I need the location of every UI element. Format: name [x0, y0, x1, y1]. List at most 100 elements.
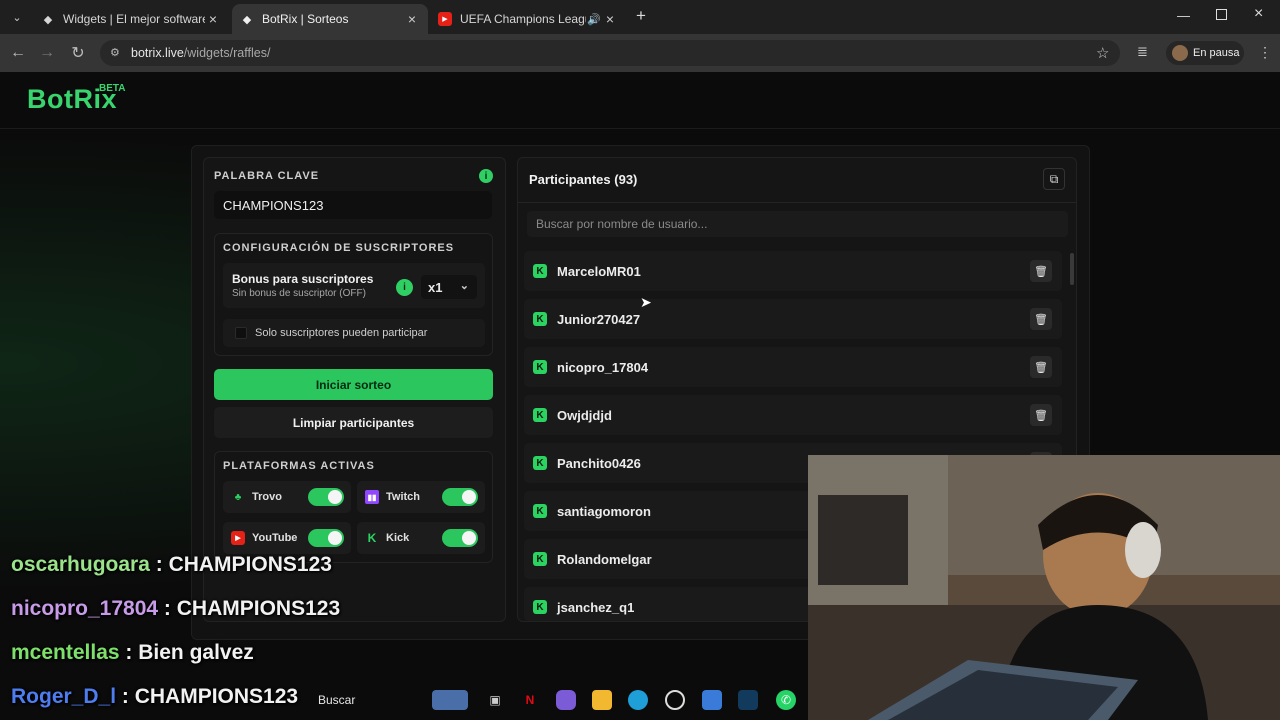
kick-icon: K: [533, 408, 547, 422]
chat-username: nicopro_17804: [11, 597, 159, 620]
trash-icon[interactable]: 🗑: [1030, 260, 1052, 282]
url-text[interactable]: botrix.live/widgets/raffles/: [131, 46, 270, 60]
whatsapp-icon[interactable]: ✆: [776, 690, 796, 710]
kick-icon: K: [533, 312, 547, 326]
subscribers-only-checkbox[interactable]: [235, 327, 247, 339]
media-controls-icon[interactable]: ≣: [1137, 44, 1148, 60]
mouse-cursor-icon: ➤: [640, 294, 652, 310]
start-raffle-button[interactable]: Iniciar sorteo: [214, 369, 493, 400]
bonus-title: Bonus para suscriptores: [232, 272, 374, 286]
landscape-widget-icon[interactable]: [432, 690, 468, 710]
platform-twitch: ▮▮ Twitch: [357, 481, 485, 513]
kick-icon: K: [367, 531, 377, 545]
chat-message: Roger_D_l : CHAMPIONS123: [11, 685, 299, 708]
participants-divider: [518, 202, 1076, 203]
copy-icon[interactable]: ⧉: [1043, 168, 1065, 190]
netflix-icon[interactable]: N: [520, 690, 540, 710]
chevron-down-icon: ⌄: [459, 280, 469, 292]
webcam-image: [808, 455, 1280, 720]
tab-widgets[interactable]: ◆ Widgets | El mejor software par ×: [33, 4, 229, 34]
store-icon[interactable]: [702, 690, 722, 710]
beta-badge: BETA: [99, 83, 126, 94]
clear-participants-button[interactable]: Limpiar participantes: [214, 407, 493, 438]
edge-icon[interactable]: [628, 690, 648, 710]
back-icon[interactable]: ←: [9, 44, 27, 62]
active-platforms-title: PLATAFORMAS ACTIVAS: [223, 460, 375, 472]
copilot-icon[interactable]: [556, 690, 576, 710]
participant-row: K Owjdjdjd 🗑: [524, 395, 1062, 435]
browser-menu-icon[interactable]: ⋮: [1258, 44, 1272, 61]
participant-row: K MarceloMR01 🗑: [524, 251, 1062, 291]
site-info-icon[interactable]: ⚙: [110, 46, 120, 59]
header-divider: [0, 128, 1280, 129]
forward-icon[interactable]: →: [38, 44, 56, 62]
chat-text: CHAMPIONS123: [168, 553, 332, 576]
platform-kick: K Kick: [357, 522, 485, 554]
close-tab-icon[interactable]: ×: [205, 11, 221, 27]
new-tab-button[interactable]: +: [632, 6, 650, 25]
youtube-icon: ▶: [231, 531, 245, 545]
kick-icon: K: [533, 552, 547, 566]
close-tab-icon[interactable]: ×: [602, 11, 618, 27]
close-tab-icon[interactable]: ×: [404, 11, 420, 27]
chat-message: oscarhugoara : CHAMPIONS123: [11, 553, 332, 576]
participants-title: Participantes (93): [529, 172, 638, 187]
trovo-toggle[interactable]: [308, 488, 344, 506]
restore-icon[interactable]: [1216, 9, 1227, 20]
url-path: /widgets/raffles/: [183, 46, 271, 60]
participants-scrollbar[interactable]: [1070, 253, 1074, 285]
browser-tab-bar: ⌄ ◆ Widgets | El mejor software par × ◆ …: [0, 0, 1280, 34]
info-icon[interactable]: i: [479, 169, 493, 183]
url-host: botrix.live: [131, 46, 184, 60]
speaker-icon[interactable]: 🔊: [586, 13, 602, 26]
subscriber-config-title: CONFIGURACIÓN DE SUSCRIPTORES: [223, 242, 455, 254]
webcam-overlay: [808, 455, 1280, 720]
participant-row: K nicopro_17804 🗑: [524, 347, 1062, 387]
chat-username: mcentellas: [11, 641, 120, 664]
chat-message: nicopro_17804 : CHAMPIONS123: [11, 597, 341, 620]
keyword-label: PALABRA CLAVE: [214, 170, 320, 182]
tab-list-button[interactable]: ⌄: [8, 8, 26, 26]
chat-text: CHAMPIONS123: [134, 685, 299, 708]
profile-button[interactable]: En pausa: [1166, 41, 1244, 65]
platform-youtube: ▶ YouTube: [223, 522, 351, 554]
participant-search-input[interactable]: [527, 211, 1068, 237]
chat-username: Roger_D_l: [11, 685, 117, 708]
avatar: [1172, 45, 1188, 61]
trovo-icon: ♣: [234, 491, 242, 503]
kick-icon: K: [533, 600, 547, 614]
kick-icon: K: [533, 264, 547, 278]
kick-toggle[interactable]: [442, 529, 478, 547]
trash-icon[interactable]: 🗑: [1030, 404, 1052, 426]
minimize-icon[interactable]: —: [1177, 8, 1190, 23]
youtube-toggle[interactable]: [308, 529, 344, 547]
subscribers-only-row[interactable]: Solo suscriptores pueden participar: [223, 319, 485, 347]
kick-icon: K: [533, 504, 547, 518]
youtube-favicon-icon: ▶: [438, 12, 452, 26]
file-explorer-icon[interactable]: [592, 690, 612, 710]
taskbar-search[interactable]: Buscar: [318, 693, 355, 707]
chat-text: CHAMPIONS123: [176, 597, 341, 620]
keyword-input[interactable]: CHAMPIONS123: [214, 191, 492, 219]
tab-botrix-sorteos[interactable]: ◆ BotRix | Sorteos ×: [232, 4, 428, 34]
chrome-icon[interactable]: [665, 690, 685, 710]
tab-uefa[interactable]: ▶ UEFA Champions League O 🔊 ×: [430, 4, 626, 34]
kick-icon: K: [533, 360, 547, 374]
participant-row: K Junior270427 🗑: [524, 299, 1062, 339]
bookmark-star-icon[interactable]: ☆: [1096, 44, 1109, 62]
trash-icon[interactable]: 🗑: [1030, 356, 1052, 378]
info-icon[interactable]: i: [396, 279, 413, 296]
botrix-favicon-icon: ◆: [43, 13, 53, 26]
multiplier-select[interactable]: x1 ⌄: [421, 275, 477, 299]
close-window-icon[interactable]: ×: [1254, 5, 1263, 23]
botrix-favicon-icon: ◆: [242, 13, 252, 26]
reload-icon[interactable]: ↻: [69, 44, 87, 62]
chat-text: Bien galvez: [138, 641, 254, 664]
trash-icon[interactable]: 🗑: [1030, 308, 1052, 330]
disney-plus-icon[interactable]: [738, 690, 758, 710]
chat-message: mcentellas : Bien galvez: [11, 641, 254, 664]
task-view-icon[interactable]: ▣: [485, 690, 505, 710]
kick-icon: K: [533, 456, 547, 470]
chat-username: oscarhugoara: [11, 553, 150, 576]
twitch-toggle[interactable]: [442, 488, 478, 506]
